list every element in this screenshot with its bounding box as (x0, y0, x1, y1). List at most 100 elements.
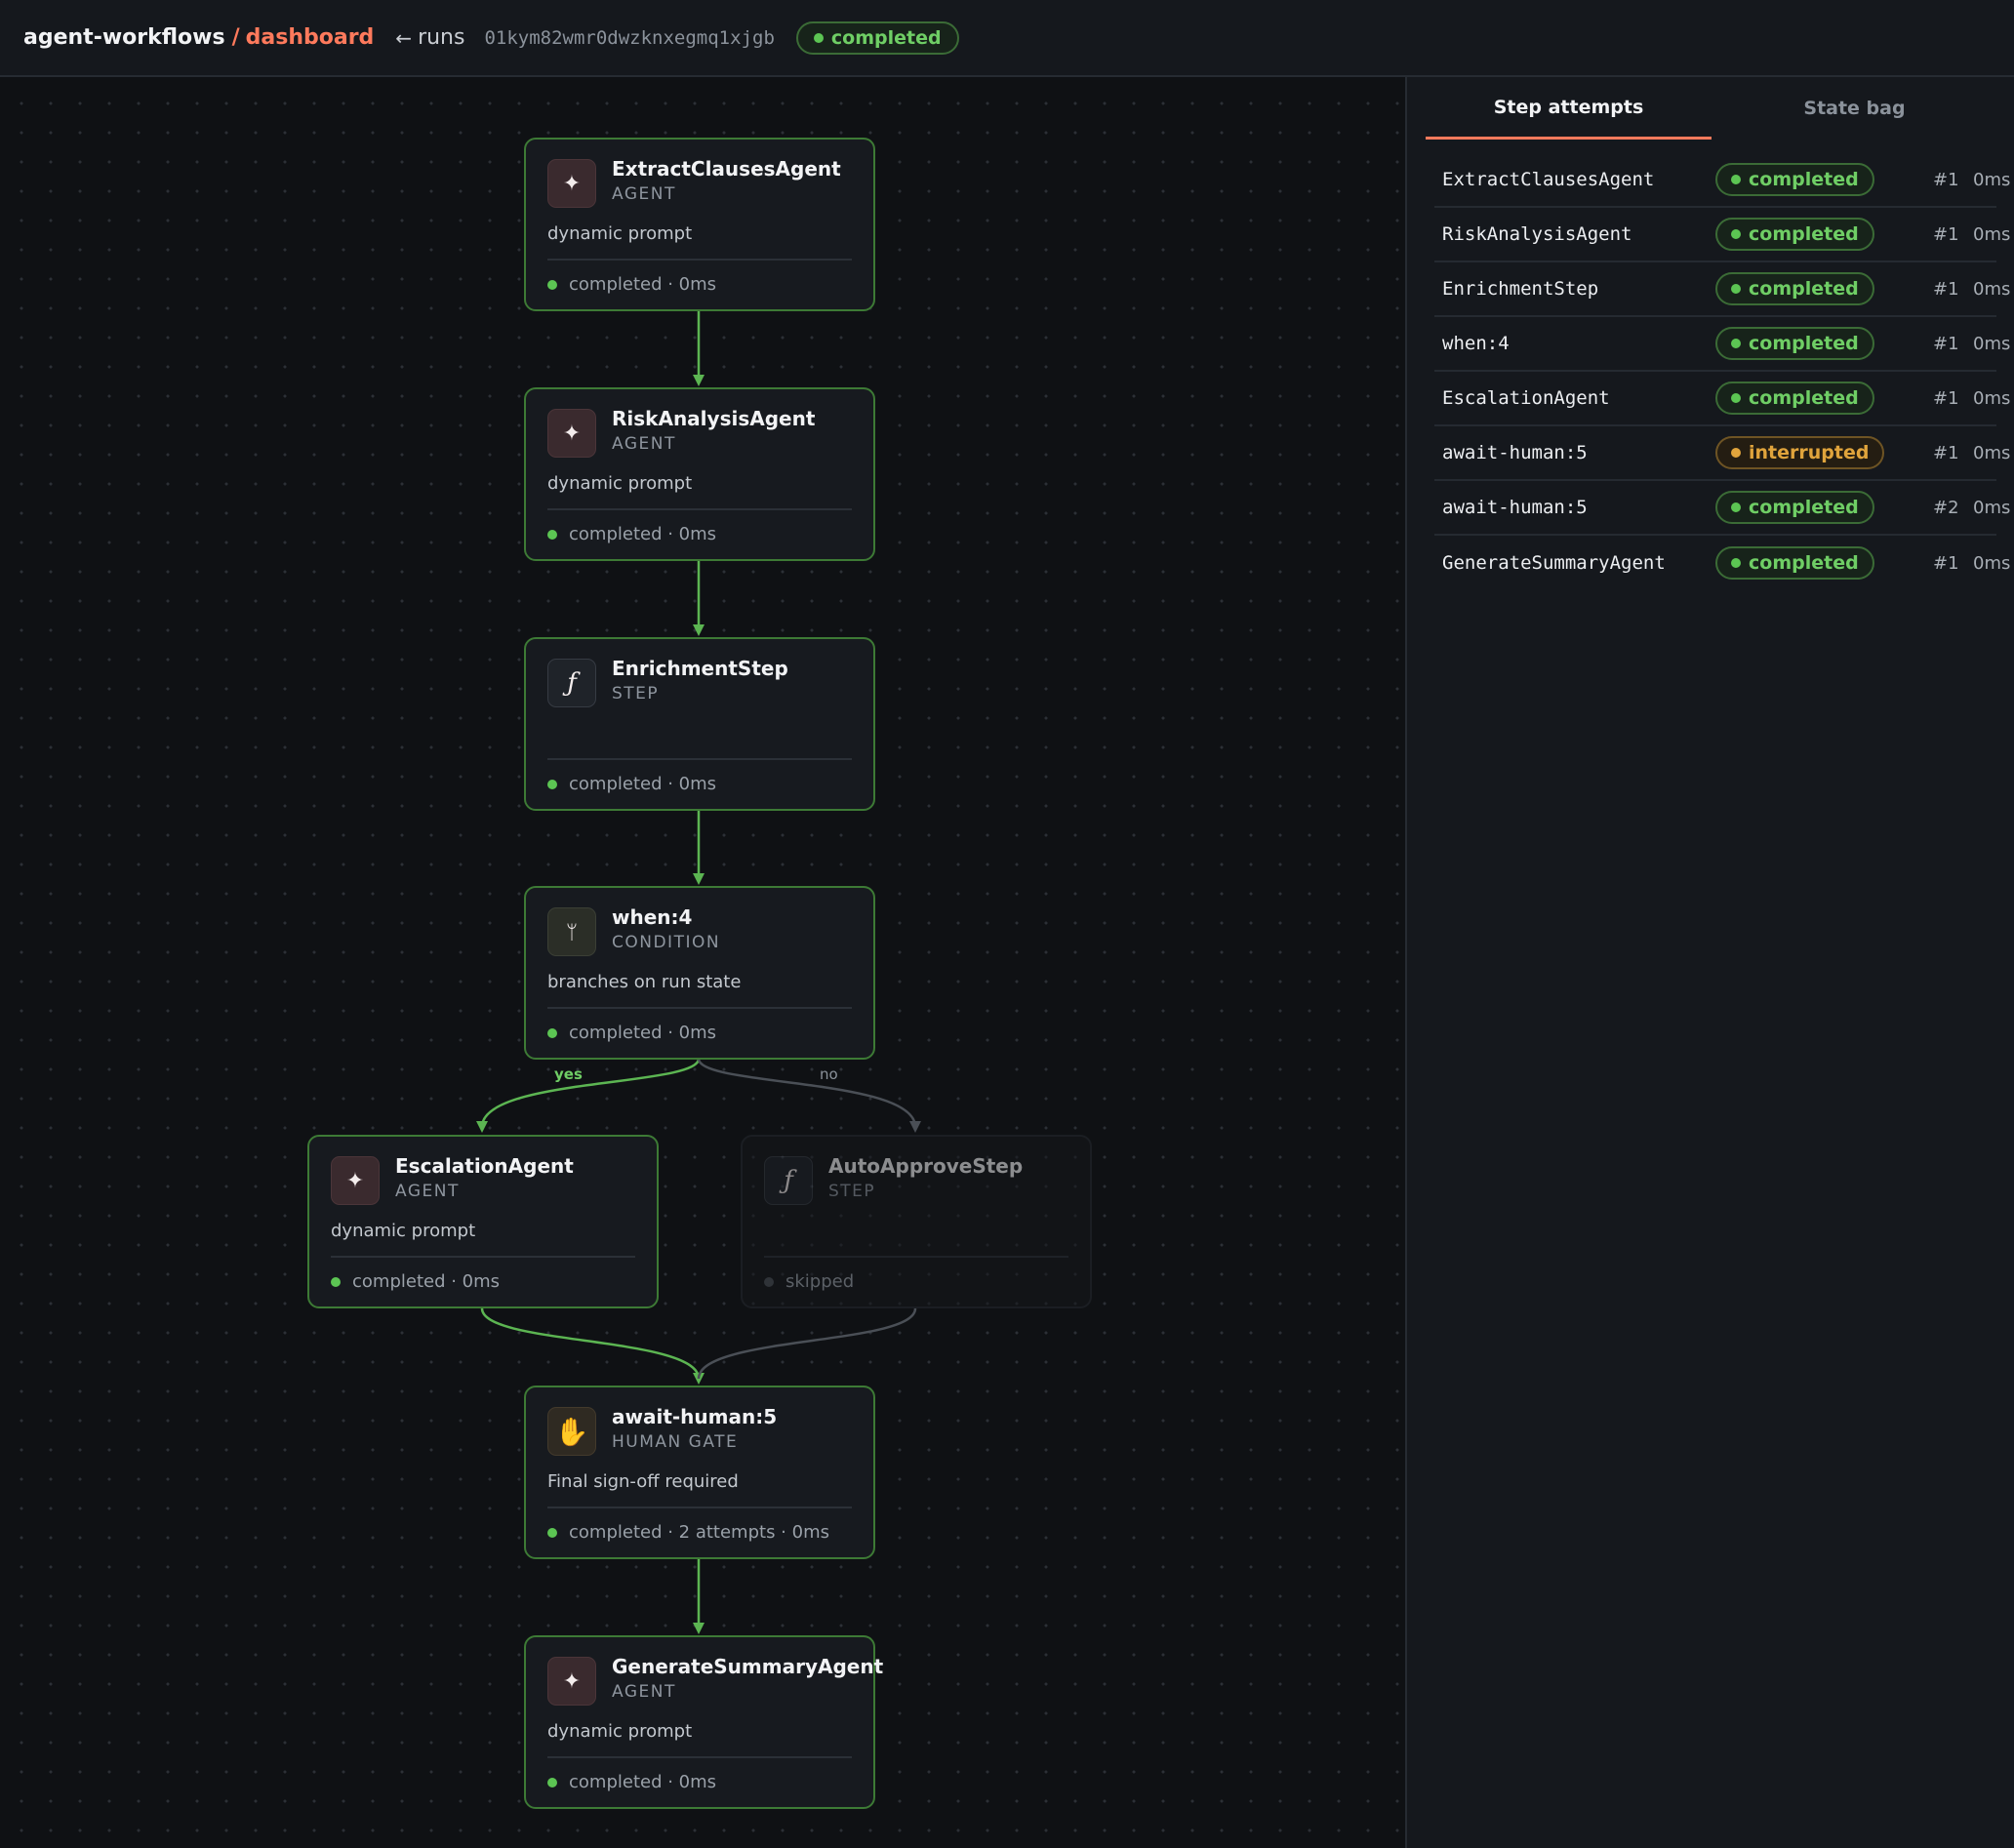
breadcrumb-page[interactable]: dashboard (246, 25, 375, 50)
status-dot-icon (547, 529, 557, 540)
back-link-label: runs (418, 25, 465, 50)
attempt-step-name: EnrichmentStep (1442, 278, 1599, 300)
attempt-number: #1 (1933, 387, 1959, 409)
node-status-label: skipped (785, 1271, 855, 1292)
function-icon: ƒ (764, 1156, 813, 1205)
node-extract-clauses-agent[interactable]: ✦ ExtractClausesAgent AGENT dynamic prom… (524, 138, 875, 311)
node-title: EnrichmentStep (612, 657, 788, 680)
attempt-duration: 0ms (1973, 223, 2011, 245)
workflow-canvas[interactable]: yes no ✦ ExtractClausesAgent AGENT dynam… (0, 77, 1405, 1848)
sparkle-icon: ✦ (547, 1657, 596, 1706)
attempt-status-badge: completed (1715, 327, 1874, 360)
node-title: AutoApproveStep (828, 1154, 1024, 1178)
attempt-duration: 0ms (1973, 387, 2011, 409)
status-dot-icon (547, 1027, 557, 1038)
node-status: completed · 0ms (331, 1271, 500, 1292)
attempt-status-badge: completed (1715, 546, 1874, 580)
sparkle-icon: ✦ (547, 159, 596, 208)
attempt-status-label: completed (1749, 497, 1859, 518)
attempt-duration: 0ms (1973, 278, 2011, 300)
node-type: CONDITION (612, 933, 721, 952)
attempt-number: #1 (1933, 223, 1959, 245)
edge-when-yes (476, 1058, 701, 1133)
status-dot-icon (331, 1276, 341, 1287)
node-title: await-human:5 (612, 1405, 778, 1428)
attempt-step-name: GenerateSummaryAgent (1442, 552, 1666, 574)
hand-icon: ✋ (547, 1407, 596, 1456)
node-divider (764, 1256, 1068, 1258)
attempt-number: #1 (1933, 552, 1959, 574)
run-status-label: completed (830, 26, 942, 49)
node-await-human-5[interactable]: ✋ await-human:5 HUMAN GATE Final sign-of… (524, 1386, 875, 1559)
back-to-runs-link[interactable]: ← runs (395, 25, 464, 50)
attempt-duration: 0ms (1973, 333, 2011, 354)
tab-state-bag[interactable]: State bag (1712, 77, 1997, 140)
node-status: completed · 0ms (547, 524, 716, 544)
edge-escalation-to-human (480, 1307, 705, 1385)
attempt-row[interactable]: EscalationAgent completed #1 0ms (1434, 372, 2010, 426)
attempt-status-label: completed (1749, 223, 1859, 245)
attempt-row[interactable]: await-human:5 completed #2 0ms (1434, 481, 2010, 536)
node-status: completed · 0ms (547, 774, 716, 794)
node-generate-summary-agent[interactable]: ✦ GenerateSummaryAgent AGENT dynamic pro… (524, 1635, 883, 1809)
attempt-status-label: completed (1749, 278, 1859, 300)
node-status: completed · 0ms (547, 274, 716, 295)
status-dot-icon (1731, 558, 1741, 568)
attempt-row[interactable]: await-human:5 interrupted #1 0ms (1434, 426, 2010, 481)
run-id: 01kym82wmr0dwzknxegmq1xjgb (484, 26, 775, 49)
breadcrumb-separator: / (231, 25, 240, 50)
node-title: GenerateSummaryAgent (612, 1655, 884, 1678)
attempt-status-badge: completed (1715, 272, 1874, 305)
node-type: STEP (828, 1182, 876, 1201)
attempt-row[interactable]: RiskAnalysisAgent completed #1 0ms (1434, 208, 2010, 262)
edge-when-no (697, 1058, 921, 1133)
app-brand[interactable]: agent-workflows (23, 25, 225, 50)
attempt-row[interactable]: GenerateSummaryAgent completed #1 0ms (1434, 536, 2010, 590)
node-auto-approve-step[interactable]: ƒ AutoApproveStep STEP skipped (741, 1135, 1092, 1308)
node-divider (547, 758, 852, 760)
attempt-step-name: RiskAnalysisAgent (1442, 223, 1632, 245)
arrow-left-icon: ← (395, 25, 413, 50)
attempt-number: #1 (1933, 278, 1959, 300)
node-divider (547, 508, 852, 510)
status-dot-icon (1731, 229, 1741, 239)
edge-label-yes: yes (554, 1065, 583, 1083)
attempt-status-badge: completed (1715, 382, 1874, 415)
attempt-step-name: EscalationAgent (1442, 387, 1610, 409)
node-description: dynamic prompt (331, 1221, 476, 1241)
attempt-row[interactable]: ExtractClausesAgent completed #1 0ms (1434, 153, 2010, 208)
node-title: RiskAnalysisAgent (612, 407, 816, 430)
node-when-4-condition[interactable]: ᛘ when:4 CONDITION branches on run state… (524, 886, 875, 1060)
node-type: AGENT (395, 1182, 460, 1201)
node-divider (331, 1256, 635, 1258)
attempt-duration: 0ms (1973, 552, 2011, 574)
attempt-status-badge: completed (1715, 163, 1874, 196)
attempt-status-label: completed (1749, 387, 1859, 409)
node-status-label: completed · 2 attempts · 0ms (569, 1522, 829, 1543)
node-title: ExtractClausesAgent (612, 157, 841, 181)
node-status-label: completed · 0ms (569, 274, 717, 295)
attempt-step-name: when:4 (1442, 333, 1510, 354)
function-icon: ƒ (547, 659, 596, 707)
node-status: completed · 0ms (547, 1772, 716, 1792)
tab-step-attempts[interactable]: Step attempts (1426, 77, 1712, 140)
node-type: AGENT (612, 1682, 676, 1702)
node-escalation-agent[interactable]: ✦ EscalationAgent AGENT dynamic prompt c… (307, 1135, 659, 1308)
sparkle-icon: ✦ (331, 1156, 380, 1205)
edge-autoapprove-to-human (697, 1307, 917, 1380)
attempt-status-badge: interrupted (1715, 436, 1885, 469)
attempt-row[interactable]: EnrichmentStep completed #1 0ms (1434, 262, 2010, 317)
node-risk-analysis-agent[interactable]: ✦ RiskAnalysisAgent AGENT dynamic prompt… (524, 387, 875, 561)
status-dot-icon (547, 1527, 557, 1538)
node-description: branches on run state (547, 972, 742, 992)
node-enrichment-step[interactable]: ƒ EnrichmentStep STEP completed · 0ms (524, 637, 875, 811)
attempt-status-badge: completed (1715, 491, 1874, 524)
node-type: HUMAN GATE (612, 1432, 739, 1452)
attempt-row[interactable]: when:4 completed #1 0ms (1434, 317, 2010, 372)
attempt-number: #1 (1933, 442, 1959, 463)
status-dot-icon (813, 32, 824, 43)
node-divider (547, 1756, 852, 1758)
attempt-status-label: completed (1749, 333, 1859, 354)
node-description: dynamic prompt (547, 473, 693, 494)
branch-icon: ᛘ (547, 907, 596, 956)
